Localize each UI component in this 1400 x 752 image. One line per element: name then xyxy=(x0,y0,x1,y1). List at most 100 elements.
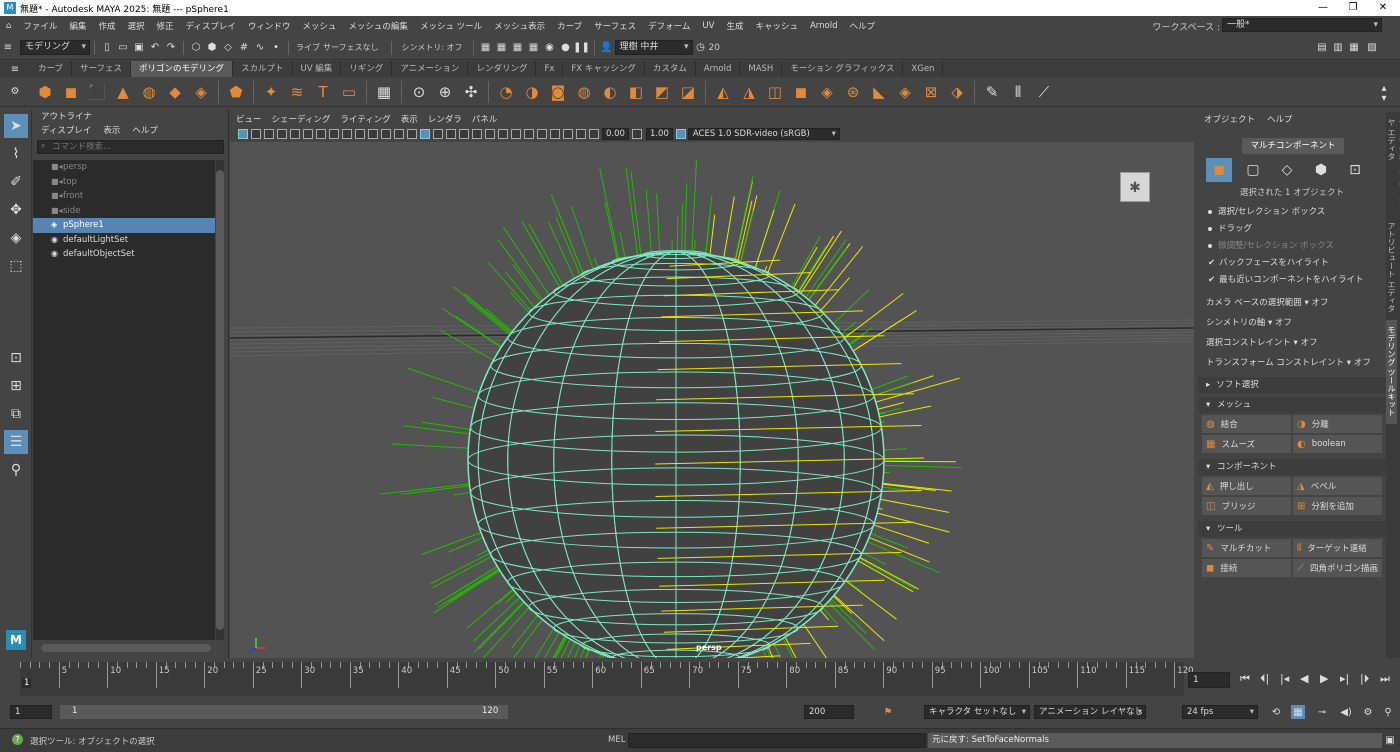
menu-item[interactable]: Arnold xyxy=(804,21,844,31)
shelf-tab[interactable]: スカルプト xyxy=(233,61,293,77)
poly-plane-icon[interactable]: ◆ xyxy=(165,82,185,102)
menu-item[interactable]: ディスプレイ xyxy=(179,20,241,32)
outliner-menu-item[interactable]: ディスプレイ xyxy=(41,124,91,136)
outliner-item[interactable]: ◉ defaultObjectSet xyxy=(33,247,215,262)
outliner-search[interactable]: ⌕ xyxy=(37,140,224,154)
reset-transform-icon[interactable]: ✣ xyxy=(461,82,481,102)
section-header[interactable]: ▾ ツール xyxy=(1198,521,1386,537)
outliner-layout-icon[interactable]: ☰ xyxy=(4,430,28,454)
separate-icon[interactable]: ◑ xyxy=(522,82,542,102)
safe-title-icon[interactable] xyxy=(393,129,404,139)
menu-item[interactable]: UV xyxy=(696,21,720,31)
notification-count[interactable]: 20 xyxy=(709,43,720,53)
shelf-tab[interactable]: ポリゴンのモデリング xyxy=(131,61,234,77)
lights-icon[interactable] xyxy=(458,129,469,139)
outliner-menu-item[interactable]: 表示 xyxy=(103,124,120,136)
toolkit-button[interactable]: ✎ マルチカット xyxy=(1202,539,1291,557)
outliner-menu-item[interactable]: ヘルプ xyxy=(132,124,158,136)
play-back-icon[interactable]: ◀ xyxy=(1300,672,1308,685)
viewport-menu-item[interactable]: ライティング xyxy=(340,113,390,125)
camera-attr-icon[interactable] xyxy=(250,129,261,139)
toolkit-button[interactable]: ◮ ベベル xyxy=(1293,477,1382,495)
symmetry-select[interactable]: シンメトリ: オフ xyxy=(402,42,463,53)
menu-item[interactable]: キャッシュ xyxy=(749,20,804,32)
workspace-select[interactable]: 一般* xyxy=(1222,18,1382,32)
bridge-icon[interactable]: ◩ xyxy=(652,82,672,102)
side-tab[interactable]: モデリング ツールキット xyxy=(1386,320,1397,424)
multi-component-button[interactable]: マルチコンポーネント xyxy=(1242,138,1344,154)
play-forward-icon[interactable]: ▶ xyxy=(1320,672,1328,685)
motion-blur-icon[interactable] xyxy=(497,129,508,139)
viewport-menu-item[interactable]: ビュー xyxy=(236,113,262,125)
option-row[interactable]: シンメトリの軸 ▾ オフ xyxy=(1198,313,1386,333)
default-material-icon[interactable] xyxy=(432,129,443,139)
shelf-tab[interactable]: レンダリング xyxy=(468,61,537,77)
script-language-toggle[interactable]: MEL xyxy=(608,735,625,745)
home-icon[interactable]: ⌂ xyxy=(0,21,17,31)
duplicate-face-icon[interactable]: ◼ xyxy=(791,82,811,102)
grid-icon[interactable] xyxy=(315,129,326,139)
search-icon[interactable]: ⚲ xyxy=(4,458,28,482)
svg-tool-icon[interactable]: ▭ xyxy=(339,82,359,102)
render-icon[interactable]: ▦ xyxy=(479,41,493,55)
object-mode-icon[interactable]: ◼ xyxy=(1206,158,1232,182)
extrude-icon[interactable]: ◭ xyxy=(713,82,733,102)
poly-cylinder-icon[interactable]: ⬛ xyxy=(87,82,107,102)
shelf-menu-icon[interactable]: ≡ xyxy=(8,62,22,76)
command-line-input[interactable] xyxy=(628,733,926,748)
paint-select-tool-icon[interactable]: ✐ xyxy=(4,170,28,194)
menu-item[interactable]: メッシュ xyxy=(296,20,342,32)
modeling-toolkit-icon[interactable]: ▤ xyxy=(1315,41,1329,55)
depth-of-field-icon[interactable] xyxy=(523,129,534,139)
insert-loop-icon[interactable]: ⫴ xyxy=(1008,82,1028,102)
shelf-tab[interactable]: アニメーション xyxy=(392,61,469,77)
view-transform-select[interactable]: ACES 1.0 SDR-video (sRGB) xyxy=(687,128,840,140)
shelf-tab[interactable]: MASH xyxy=(740,61,783,77)
channel-box-icon[interactable]: ▧ xyxy=(1365,41,1379,55)
xray-icon[interactable] xyxy=(549,129,560,139)
center-pivot-icon[interactable]: ⊙ xyxy=(409,82,429,102)
render-frame-icon[interactable]: ▦ xyxy=(495,41,509,55)
poly-sphere-icon[interactable]: ⬢ xyxy=(35,82,55,102)
antialiasing-icon[interactable] xyxy=(510,129,521,139)
live-surface[interactable]: サーフェスなし xyxy=(323,42,379,53)
side-by-side-icon[interactable]: ⧉ xyxy=(4,402,28,426)
face-mode-icon[interactable]: ▢ xyxy=(1240,158,1266,182)
fill-hole-icon[interactable]: ◪ xyxy=(678,82,698,102)
anim-prefs-icon[interactable]: ⚲ xyxy=(1381,705,1395,719)
sweep-mesh-icon[interactable]: ≋ xyxy=(287,82,307,102)
toolkit-button[interactable]: ⊞ 分割を追加 xyxy=(1293,497,1382,515)
outliner-item[interactable]: ■◂ front xyxy=(33,189,215,204)
toolkit-button[interactable]: ◑ 分離 xyxy=(1293,415,1382,433)
step-forward-key-icon[interactable]: ▸| xyxy=(1340,672,1349,685)
grid-display-icon[interactable]: ▦ xyxy=(374,82,394,102)
option-row[interactable]: 選択コンストレイント ▾ オフ xyxy=(1198,333,1386,353)
select-object-icon[interactable]: ⬢ xyxy=(205,41,219,55)
option-value[interactable]: オフ xyxy=(1301,338,1318,348)
section-header[interactable]: ▾ コンポーネント xyxy=(1198,459,1386,475)
time-ruler[interactable]: 5 10 15 20 25 30 35 40 45 50 55 60 65 70 75 80 85 90 95 100… xyxy=(20,662,1194,696)
fps-select[interactable]: 24 fps xyxy=(1182,705,1258,719)
quad-draw-icon[interactable]: ⟋ xyxy=(1034,82,1054,102)
type-tool-icon[interactable]: T xyxy=(313,82,333,102)
anim-layer-select[interactable]: アニメーション レイヤなし xyxy=(1034,705,1146,719)
outliner-item[interactable]: ■◂ top xyxy=(33,175,215,190)
snap-grid-icon[interactable]: # xyxy=(237,41,251,55)
viewport-3d[interactable]: ✱ persp xyxy=(230,142,1194,658)
start-time-field[interactable]: 1 xyxy=(10,705,52,719)
wedge-icon[interactable]: ◣ xyxy=(869,82,889,102)
goto-end-icon[interactable]: ⏭ xyxy=(1380,672,1390,686)
hypershade-icon[interactable]: ◉ xyxy=(543,41,557,55)
uv-mode-icon[interactable]: ⊡ xyxy=(1342,158,1368,182)
grease-pencil-icon[interactable] xyxy=(302,129,313,139)
smooth-shade-icon[interactable] xyxy=(419,129,430,139)
2d-pan-icon[interactable] xyxy=(289,129,300,139)
undo-icon[interactable]: ↶ xyxy=(148,41,162,55)
menu-item[interactable]: ウィンドウ xyxy=(242,20,297,32)
outliner-vscrollbar[interactable] xyxy=(216,160,224,640)
wireframe-icon[interactable] xyxy=(406,129,417,139)
key-icon[interactable]: ⊸ xyxy=(1315,705,1329,719)
gate-mask-icon[interactable] xyxy=(354,129,365,139)
outliner-item[interactable]: ■◂ persp xyxy=(33,160,215,175)
shelf-tab[interactable]: FX キャッシング xyxy=(563,61,645,77)
